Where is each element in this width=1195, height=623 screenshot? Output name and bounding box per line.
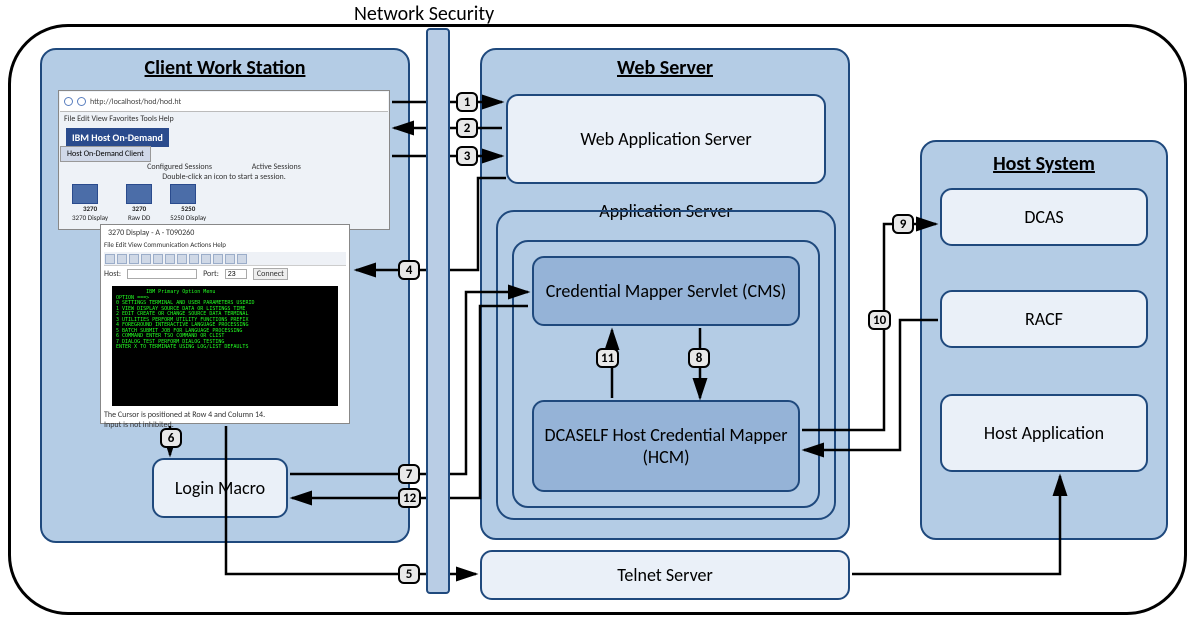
step-10: 10 xyxy=(868,310,891,330)
terminal-menu: File Edit View Communication Actions Hel… xyxy=(104,240,226,249)
racf-box: RACF xyxy=(940,290,1148,348)
terminal-title: 3270 Display - A - T090260 xyxy=(108,228,194,238)
session-icon: 52505250 Display xyxy=(170,184,206,222)
terminal-screen: IBM Primary Option Menu OPTION ===> _ 0 … xyxy=(112,286,338,406)
session-icons: 32703270 Display 3270Raw DD 52505250 Dis… xyxy=(72,184,206,222)
terminal-hostrow: Host: Port: Connect xyxy=(104,268,346,280)
step-12: 12 xyxy=(398,488,421,508)
diagram-title: Network Security xyxy=(354,2,494,26)
webserver-title: Web Server xyxy=(482,56,848,80)
port-input xyxy=(225,269,247,279)
step-8: 8 xyxy=(688,348,710,368)
terminal-status: The Cursor is positioned at Row 4 and Co… xyxy=(104,410,265,430)
connect-button: Connect xyxy=(253,268,288,280)
step-1: 1 xyxy=(456,92,478,112)
step-3: 3 xyxy=(456,146,478,166)
step-9: 9 xyxy=(892,214,914,234)
browser-menu: File Edit View Favorites Tools Help xyxy=(60,112,388,126)
host-app-box: Host Application xyxy=(940,394,1148,472)
was-box: Web Application Server xyxy=(506,94,826,184)
network-security-bar xyxy=(426,28,450,594)
step-5: 5 xyxy=(398,564,420,584)
sessions-header: Configured Sessions Active Sessions Doub… xyxy=(60,162,388,182)
browser-url: http://localhost/hod/hod.ht xyxy=(90,97,181,107)
session-icon: 32703270 Display xyxy=(72,184,108,222)
telnet-box: Telnet Server xyxy=(480,550,850,600)
terminal-toolbar xyxy=(104,252,346,266)
login-macro-box: Login Macro xyxy=(152,458,288,518)
back-icon xyxy=(64,97,73,106)
hcm-box: DCASELF Host Credential Mapper (HCM) xyxy=(532,400,800,492)
step-6: 6 xyxy=(160,428,182,448)
cms-box: Credential Mapper Servlet (CMS) xyxy=(532,256,800,326)
browser-addressbar: http://localhost/hod/hod.ht xyxy=(60,92,388,112)
dcas-box: DCAS xyxy=(940,188,1148,246)
step-4: 4 xyxy=(398,260,420,280)
forward-icon xyxy=(77,97,86,106)
client-title: Client Work Station xyxy=(42,56,408,80)
host-title: Host System xyxy=(922,152,1166,176)
step-2: 2 xyxy=(456,118,478,138)
hod-badge: IBM Host On-Demand xyxy=(66,128,169,147)
host-input xyxy=(127,269,197,279)
step-7: 7 xyxy=(398,464,420,484)
hod-tab: Host On-Demand Client xyxy=(60,146,151,162)
step-11: 11 xyxy=(596,348,619,368)
session-icon: 3270Raw DD xyxy=(126,184,152,222)
